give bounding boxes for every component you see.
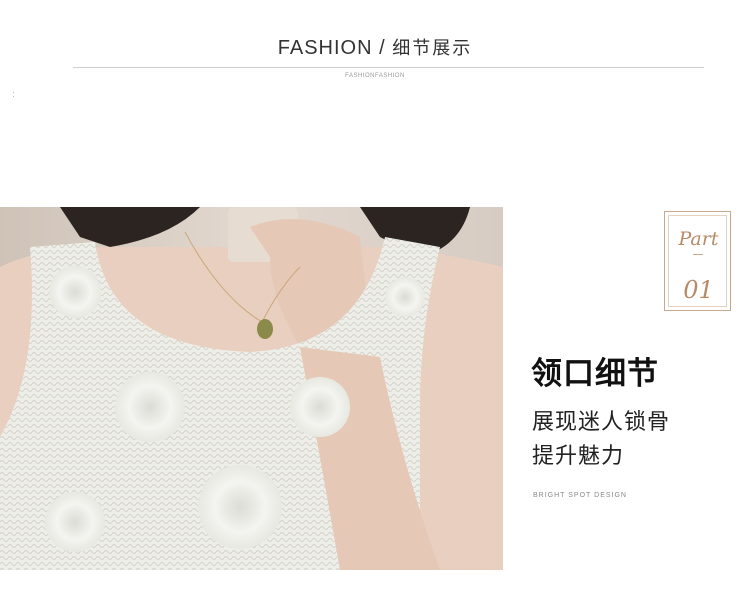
- part-label: Part: [678, 228, 719, 250]
- part-badge: Part 01: [664, 211, 731, 311]
- feature-line-1: 展现迷人锁骨: [532, 410, 671, 435]
- section-title-cn: 细节展示: [392, 38, 473, 59]
- feature-caption: BRIGHT SPOT DESIGN: [533, 492, 627, 499]
- product-photo: [0, 207, 503, 570]
- decorative-dots: [13, 92, 15, 100]
- part-number: 01: [683, 276, 714, 304]
- part-divider: [693, 254, 703, 255]
- section-subtitle: FASHIONFASHION: [345, 73, 405, 79]
- section-title-en: FASHION: [277, 37, 373, 59]
- header-divider: [73, 67, 704, 68]
- feature-heading: 领口细节: [531, 356, 659, 392]
- section-title-separator: /: [372, 37, 393, 59]
- feature-line-2: 提升魅力: [532, 444, 625, 469]
- section-title: FASHION / 细节展示: [0, 34, 750, 60]
